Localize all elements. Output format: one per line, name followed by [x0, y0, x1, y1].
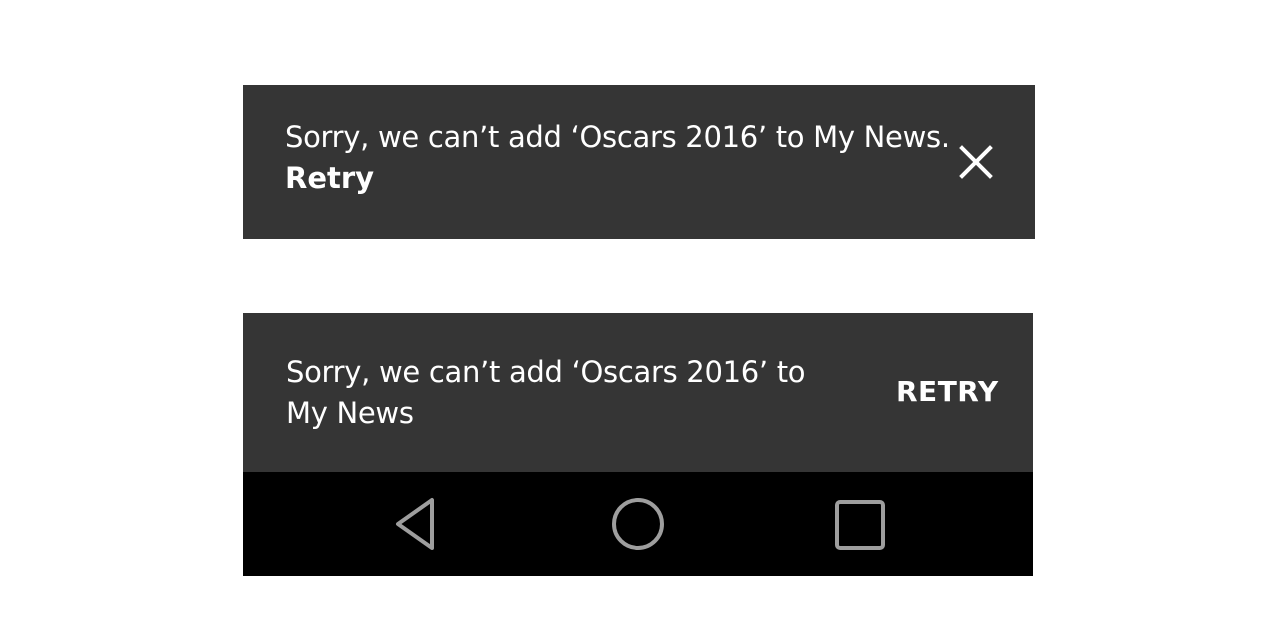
- close-icon[interactable]: [955, 141, 997, 183]
- android-snackbar: Sorry, we can’t add ‘Oscars 2016’ to My …: [243, 313, 1033, 472]
- snackbar-message-line-1: Sorry, we can’t add ‘Oscars 2016’ to: [286, 355, 806, 389]
- home-circle-icon[interactable]: [608, 494, 668, 554]
- navigation-bar: [243, 472, 1033, 576]
- snackbar-message: Sorry, we can’t add ‘Oscars 2016’ to My …: [285, 120, 950, 154]
- retry-button[interactable]: Retry: [285, 160, 374, 196]
- back-triangle-icon[interactable]: [388, 494, 448, 554]
- ios-snackbar: Sorry, we can’t add ‘Oscars 2016’ to My …: [243, 85, 1035, 239]
- retry-button[interactable]: RETRY: [896, 374, 999, 410]
- snackbar-message-line-2: My News: [286, 396, 414, 430]
- recents-square-icon[interactable]: [829, 494, 889, 554]
